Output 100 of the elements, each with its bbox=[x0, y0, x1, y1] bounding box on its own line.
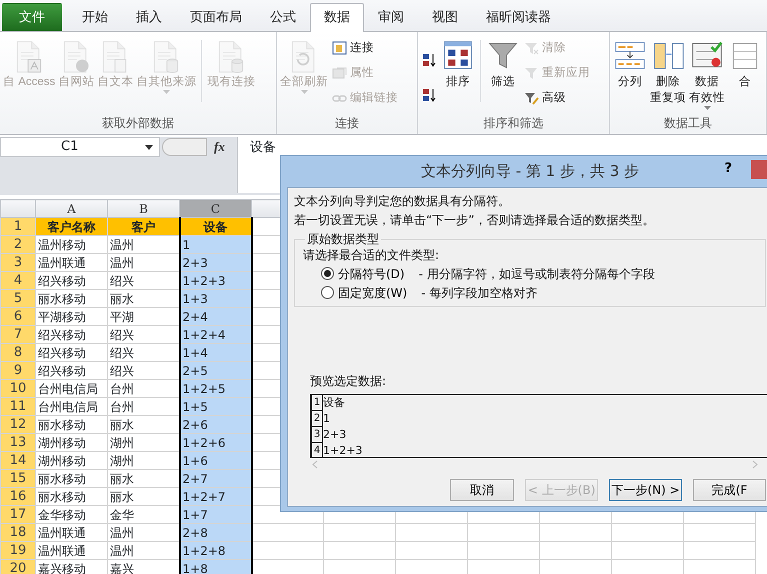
header-cell: 设备 bbox=[180, 218, 252, 236]
column-header[interactable]: B bbox=[108, 200, 180, 218]
table-cell: 2+5 bbox=[180, 362, 252, 380]
table-cell: 1+6 bbox=[180, 452, 252, 470]
ribbon-tab[interactable]: 页面布局 bbox=[176, 3, 256, 31]
ribbon-button[interactable]: 数据 有效性 bbox=[688, 36, 726, 112]
connection-icon bbox=[332, 40, 347, 56]
preview-row-number: 2 bbox=[311, 411, 323, 427]
table-cell: 湖州移动 bbox=[36, 434, 108, 452]
row-header[interactable]: 13 bbox=[0, 434, 36, 452]
row-header[interactable]: 5 bbox=[0, 290, 36, 308]
scroll-right-icon bbox=[752, 460, 758, 469]
column-header[interactable]: A bbox=[36, 200, 108, 218]
ribbon-tab[interactable]: 插入 bbox=[122, 3, 176, 31]
name-box[interactable]: C1 bbox=[0, 137, 160, 157]
table-cell: 丽水移动 bbox=[36, 416, 108, 434]
ribbon-tab[interactable]: 审阅 bbox=[364, 3, 418, 31]
ribbon-tab[interactable]: 开始 bbox=[68, 3, 122, 31]
table-cell: 绍兴移动 bbox=[36, 326, 108, 344]
preview-row-number: 4 bbox=[311, 443, 323, 457]
ribbon-button[interactable]: 高级 bbox=[522, 86, 592, 110]
ribbon-button[interactable]: 分列 bbox=[612, 36, 648, 92]
row-header[interactable]: 4 bbox=[0, 272, 36, 290]
table-cell: 1+2+7 bbox=[180, 488, 252, 506]
table-cell: 2+8 bbox=[180, 524, 252, 542]
group-label: 数据工具 bbox=[663, 115, 713, 132]
row-header[interactable]: 2 bbox=[0, 236, 36, 254]
table-cell: 1+8 bbox=[180, 560, 252, 574]
preview-text: 1+2+3 bbox=[323, 443, 362, 457]
preview-text: 2+3 bbox=[323, 427, 346, 443]
ribbon-tab[interactable]: 公式 bbox=[256, 3, 310, 31]
row-header[interactable]: 16 bbox=[0, 488, 36, 506]
table-cell: 2+6 bbox=[180, 416, 252, 434]
preview-text: 1 bbox=[323, 411, 330, 427]
preview-row-number: 1 bbox=[311, 395, 323, 411]
ribbon-tab[interactable]: 福昕阅读器 bbox=[472, 3, 565, 31]
table-cell: 丽水移动 bbox=[36, 290, 108, 308]
radio-option[interactable]: 固定宽度(W) bbox=[321, 283, 408, 302]
table-cell: 温州移动 bbox=[36, 236, 108, 254]
properties-icon bbox=[332, 66, 347, 80]
funnel-icon bbox=[524, 66, 539, 80]
row-header[interactable]: 15 bbox=[0, 470, 36, 488]
row-header[interactable]: 3 bbox=[0, 254, 36, 272]
insert-function-button[interactable]: fx bbox=[212, 137, 227, 157]
option-description: - 每列字段加空格对齐 bbox=[421, 284, 538, 302]
table-cell: 2+7 bbox=[180, 470, 252, 488]
table-cell: 丽水移动 bbox=[36, 488, 108, 506]
row-header[interactable]: 18 bbox=[0, 524, 36, 542]
dialog-button[interactable]: 下一步(N) > bbox=[609, 479, 682, 501]
table-cell: 金华移动 bbox=[36, 506, 108, 524]
preview-row-number: 3 bbox=[311, 427, 323, 443]
table-cell: 1+2+5 bbox=[180, 380, 252, 398]
table-cell: 平湖移动 bbox=[36, 308, 108, 326]
ribbon-tab[interactable]: 视图 bbox=[418, 3, 472, 31]
ribbon-tab[interactable]: 数据 bbox=[310, 3, 364, 32]
row-header[interactable]: 11 bbox=[0, 398, 36, 416]
row-header[interactable]: 14 bbox=[0, 452, 36, 470]
row-header[interactable]: 19 bbox=[0, 542, 36, 560]
dialog-button[interactable]: 完成(F bbox=[693, 479, 766, 501]
radio-option[interactable]: 分隔符号(D) bbox=[321, 264, 405, 283]
row-header[interactable]: 9 bbox=[0, 362, 36, 380]
ribbon-tab[interactable]: 文件 bbox=[2, 3, 62, 31]
table-cell: 嘉兴移动 bbox=[36, 560, 108, 574]
prompt-text: 请选择最合适的文件类型: bbox=[303, 247, 440, 264]
funnel-icon bbox=[524, 40, 539, 56]
header-cell: 客户 bbox=[108, 218, 180, 236]
table-cell: 台州电信局 bbox=[36, 398, 108, 416]
table-cell: 1+4 bbox=[180, 344, 252, 362]
ribbon-button[interactable]: 筛选 bbox=[485, 36, 521, 92]
row-header[interactable]: 20 bbox=[0, 560, 36, 574]
table-cell: 绍兴移动 bbox=[36, 362, 108, 380]
select-all-corner[interactable] bbox=[0, 200, 36, 218]
help-button[interactable]: ? bbox=[721, 159, 735, 178]
dialog-button[interactable]: 取消 bbox=[450, 479, 514, 501]
table-cell: 绍兴移动 bbox=[36, 272, 108, 290]
funnel-icon bbox=[524, 90, 539, 106]
table-cell: 1+2+4 bbox=[180, 326, 252, 344]
table-cell: 台州电信局 bbox=[36, 380, 108, 398]
row-header[interactable]: 8 bbox=[0, 344, 36, 362]
ribbon-button[interactable]: 排序 bbox=[440, 36, 476, 92]
table-cell: 1+7 bbox=[180, 506, 252, 524]
ribbon-button[interactable]: 合 bbox=[727, 36, 763, 92]
caret-icon bbox=[145, 144, 153, 150]
table-cell: 1+5 bbox=[180, 398, 252, 416]
row-header[interactable]: 10 bbox=[0, 380, 36, 398]
row-header[interactable]: 17 bbox=[0, 506, 36, 524]
row-header[interactable]: 1 bbox=[0, 218, 36, 236]
ribbon-button[interactable]: 连接 bbox=[330, 36, 400, 60]
row-header[interactable]: 7 bbox=[0, 326, 36, 344]
group-title: 原始数据类型 bbox=[306, 232, 380, 246]
group-label: 排序和筛选 bbox=[482, 115, 544, 132]
row-header[interactable]: 6 bbox=[0, 308, 36, 326]
group-label: 获取外部数据 bbox=[101, 115, 175, 132]
formula-bar-handle[interactable] bbox=[162, 138, 207, 156]
close-button[interactable] bbox=[751, 160, 767, 179]
row-header[interactable]: 12 bbox=[0, 416, 36, 434]
column-header[interactable]: C bbox=[180, 200, 252, 218]
dialog-title: 文本分列向导 - 第 1 步，共 3 步 bbox=[420, 161, 640, 182]
ribbon-button[interactable]: 删除 重复项 bbox=[649, 36, 687, 108]
instruction-text: 文本分列向导判定您的数据具有分隔符。 bbox=[294, 193, 511, 210]
